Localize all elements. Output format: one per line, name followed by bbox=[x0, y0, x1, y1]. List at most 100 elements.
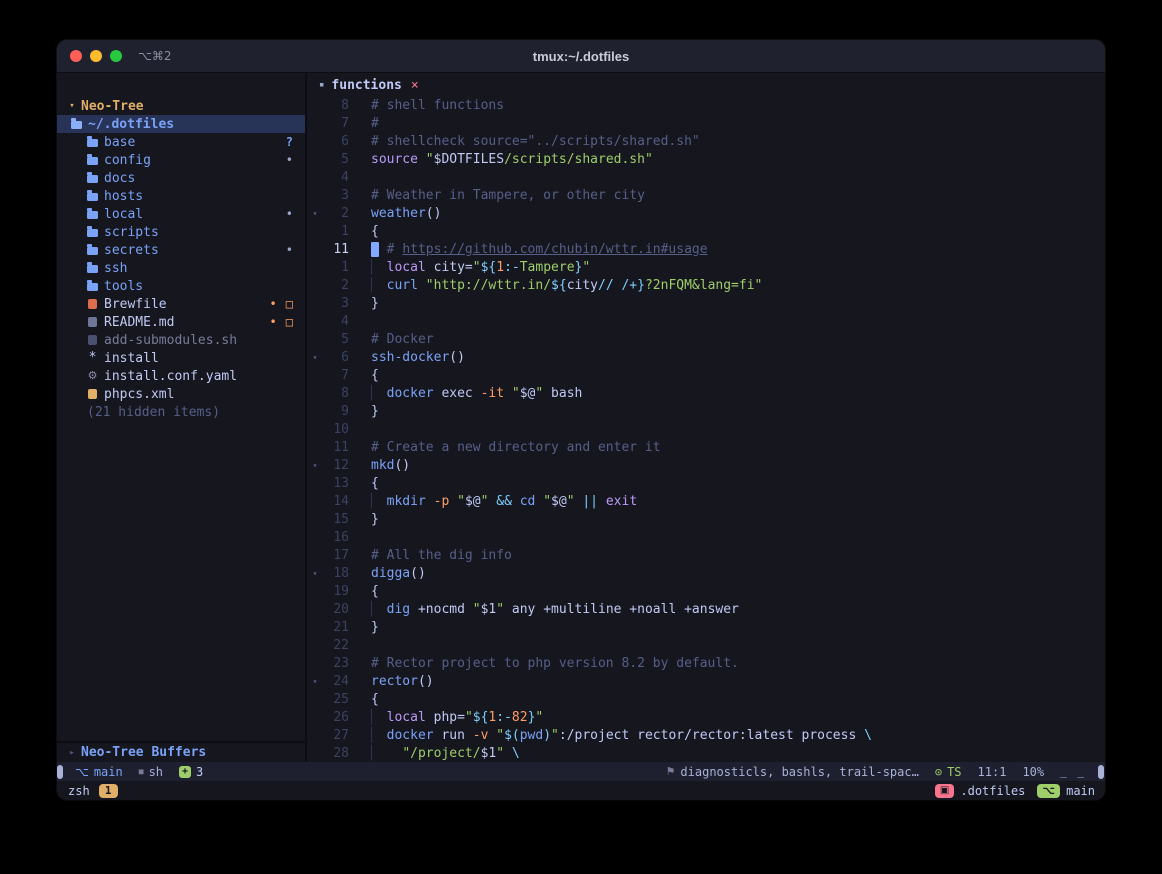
code-text: ▏ dig +nocmd "$1" any +multiline +noall … bbox=[371, 601, 739, 619]
code-line[interactable]: 7{ bbox=[307, 367, 1105, 385]
code-line[interactable]: 1{ bbox=[307, 223, 1105, 241]
tmux-session-name: .dotfiles bbox=[960, 784, 1025, 798]
tree-item-Brewfile[interactable]: Brewfile•□ bbox=[57, 295, 305, 313]
code-line[interactable]: 27▏ docker run -v "$(pwd)":/project rect… bbox=[307, 727, 1105, 745]
code-text: # All the dig info bbox=[371, 547, 512, 565]
code-line[interactable]: 15} bbox=[307, 511, 1105, 529]
tree-item-base[interactable]: base? bbox=[57, 133, 305, 151]
tmux-git-branch-name: main bbox=[1066, 784, 1095, 798]
tree-item-add-submodules.sh[interactable]: add-submodules.sh bbox=[57, 331, 305, 349]
code-line[interactable]: 1▏ local city="${1:-Tampere}" bbox=[307, 259, 1105, 277]
line-number: 14 bbox=[323, 493, 349, 511]
tree-item-README.md[interactable]: README.md•□ bbox=[57, 313, 305, 331]
code-line[interactable]: 3# Weather in Tampere, or other city bbox=[307, 187, 1105, 205]
line-number: 24 bbox=[323, 673, 349, 691]
tree-item-tools[interactable]: tools bbox=[57, 277, 305, 295]
code-line[interactable]: 5source "$DOTFILES/scripts/shared.sh" bbox=[307, 151, 1105, 169]
tree-item-local[interactable]: local• bbox=[57, 205, 305, 223]
code-line[interactable]: 20▏ dig +nocmd "$1" any +multiline +noal… bbox=[307, 601, 1105, 619]
code-text: { bbox=[371, 475, 379, 493]
window-titlebar[interactable]: ⌥⌘2 tmux:~/.dotfiles bbox=[57, 40, 1105, 73]
minimize-window-button[interactable] bbox=[90, 50, 102, 62]
line-number: 27 bbox=[323, 727, 349, 745]
code-line[interactable]: 14▏ mkdir -p "$@" && cd "$@" || exit bbox=[307, 493, 1105, 511]
chevron-down-icon: ▾ bbox=[65, 101, 79, 111]
code-line[interactable]: 17# All the dig info bbox=[307, 547, 1105, 565]
code-line[interactable]: 22 bbox=[307, 637, 1105, 655]
code-text: ▏ "/project/$1" \ bbox=[371, 745, 520, 762]
code-line[interactable]: 25{ bbox=[307, 691, 1105, 709]
line-number: 11 bbox=[323, 241, 349, 259]
code-line[interactable]: 8▏ docker exec -it "$@" bash bbox=[307, 385, 1105, 403]
tree-item-install.conf.yaml[interactable]: ⚙install.conf.yaml bbox=[57, 367, 305, 385]
folder-icon bbox=[87, 265, 98, 273]
code-text: { bbox=[371, 367, 379, 385]
code-line[interactable]: 11 # https://github.com/chubin/wttr.in#u… bbox=[307, 241, 1105, 259]
git-branch-badge-icon: ⌥ bbox=[1037, 784, 1060, 798]
folder-icon bbox=[87, 247, 98, 255]
tree-item-hosts[interactable]: hosts bbox=[57, 187, 305, 205]
neotree-buffers-header[interactable]: ▸ Neo-Tree Buffers bbox=[57, 741, 305, 762]
code-line[interactable]: 2▏ curl "http://wttr.in/${city// /+}?2nF… bbox=[307, 277, 1105, 295]
code-line[interactable]: 3} bbox=[307, 295, 1105, 313]
code-line[interactable]: ▾12mkd() bbox=[307, 457, 1105, 475]
code-line[interactable]: 5# Docker bbox=[307, 331, 1105, 349]
line-number: 8 bbox=[323, 97, 349, 115]
line-number: 19 bbox=[323, 583, 349, 601]
tree-item-install[interactable]: *install bbox=[57, 349, 305, 367]
close-window-button[interactable] bbox=[70, 50, 82, 62]
folder-icon bbox=[87, 157, 98, 165]
tmux-pane: ▾ Neo-Tree ~/.dotfiles base?config•docsh… bbox=[57, 73, 1105, 762]
gear-icon: ⚙ bbox=[87, 370, 98, 382]
zoom-window-button[interactable] bbox=[110, 50, 122, 62]
tree-item-secrets[interactable]: secrets• bbox=[57, 241, 305, 259]
code-line[interactable]: 26▏ local php="${1:-82}" bbox=[307, 709, 1105, 727]
tree-item-config[interactable]: config• bbox=[57, 151, 305, 169]
tree-item-docs[interactable]: docs bbox=[57, 169, 305, 187]
status-badge: • bbox=[270, 315, 277, 329]
line-number: 8 bbox=[323, 385, 349, 403]
code-line[interactable]: 28▏ "/project/$1" \ bbox=[307, 745, 1105, 762]
statusline-marks: _ _ bbox=[1060, 765, 1086, 778]
tab-functions[interactable]: ▪ functions × bbox=[319, 78, 419, 93]
tree-item-phpcs.xml[interactable]: phpcs.xml bbox=[57, 385, 305, 403]
tmux-status-right: ▣ .dotfiles ⌥ main bbox=[935, 784, 1095, 798]
window-shortcut-label: ⌥⌘2 bbox=[138, 49, 171, 63]
code-line[interactable]: 19{ bbox=[307, 583, 1105, 601]
line-number: 7 bbox=[323, 367, 349, 385]
code-line[interactable]: 16 bbox=[307, 529, 1105, 547]
code-line[interactable]: ▾2weather() bbox=[307, 205, 1105, 223]
code-line[interactable]: 4 bbox=[307, 169, 1105, 187]
code-line[interactable]: 4 bbox=[307, 313, 1105, 331]
line-number: 4 bbox=[323, 169, 349, 187]
code-line[interactable]: 21} bbox=[307, 619, 1105, 637]
code-line[interactable]: ▾18digga() bbox=[307, 565, 1105, 583]
code-line[interactable]: 9} bbox=[307, 403, 1105, 421]
line-number: 15 bbox=[323, 511, 349, 529]
code-line[interactable]: 6# shellcheck source="../scripts/shared.… bbox=[307, 133, 1105, 151]
filetype-label: sh bbox=[149, 765, 163, 779]
line-number: 3 bbox=[323, 187, 349, 205]
lsp-icon: ⚑ bbox=[666, 765, 676, 778]
code-text: ▏ local city="${1:-Tampere}" bbox=[371, 259, 590, 277]
code-line[interactable]: 13{ bbox=[307, 475, 1105, 493]
code-line[interactable]: ▾6ssh-docker() bbox=[307, 349, 1105, 367]
close-tab-icon[interactable]: × bbox=[411, 78, 419, 93]
tree-item-label: ssh bbox=[104, 261, 127, 276]
tree-item-ssh[interactable]: ssh bbox=[57, 259, 305, 277]
code-line[interactable]: 7# bbox=[307, 115, 1105, 133]
neotree-source-header[interactable]: ▾ Neo-Tree bbox=[57, 97, 305, 115]
tree-root-item[interactable]: ~/.dotfiles bbox=[57, 115, 305, 133]
code-line[interactable]: 10 bbox=[307, 421, 1105, 439]
code-line[interactable]: 11# Create a new directory and enter it bbox=[307, 439, 1105, 457]
code-line[interactable]: 8# shell functions bbox=[307, 97, 1105, 115]
tree-item-label: phpcs.xml bbox=[104, 387, 174, 402]
xml-icon bbox=[88, 389, 97, 399]
tmux-window-item[interactable]: zsh 1 bbox=[68, 784, 118, 798]
fold-marker: ▾ bbox=[307, 565, 323, 583]
code-text: ▏ curl "http://wttr.in/${city// /+}?2nFQ… bbox=[371, 277, 762, 295]
code-line[interactable]: 23# Rector project to php version 8.2 by… bbox=[307, 655, 1105, 673]
tree-item-scripts[interactable]: scripts bbox=[57, 223, 305, 241]
window-title: tmux:~/.dotfiles bbox=[533, 49, 629, 64]
code-line[interactable]: ▾24rector() bbox=[307, 673, 1105, 691]
